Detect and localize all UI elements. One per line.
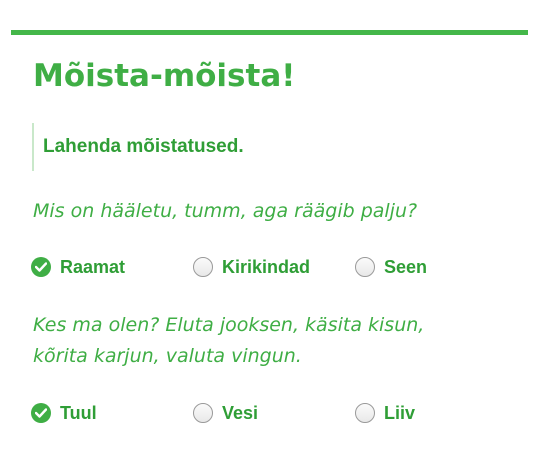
check-circle-icon[interactable] bbox=[31, 257, 51, 277]
instruction-text: Lahenda mõistatused. bbox=[43, 136, 244, 157]
option-seen[interactable]: Seen bbox=[355, 254, 427, 280]
top-accent-bar bbox=[11, 30, 528, 35]
option-label: Vesi bbox=[222, 402, 259, 423]
option-label: Tuul bbox=[60, 402, 97, 423]
question-1-line: Mis on hääletu, tumm, aga räägib palju? bbox=[33, 200, 418, 222]
option-liiv[interactable]: Liiv bbox=[355, 400, 415, 426]
question-1-options: Raamat Kirikindad Seen bbox=[31, 254, 531, 280]
option-vesi[interactable]: Vesi bbox=[193, 400, 258, 426]
option-label: Seen bbox=[384, 256, 428, 277]
option-label: Kirikindad bbox=[222, 256, 311, 277]
radio-empty-icon[interactable] bbox=[355, 257, 375, 277]
question-1-text: Mis on hääletu, tumm, aga räägib palju? bbox=[33, 196, 417, 227]
check-circle-icon[interactable] bbox=[31, 403, 51, 423]
option-label: Raamat bbox=[60, 256, 126, 277]
radio-empty-icon[interactable] bbox=[193, 403, 213, 423]
radio-empty-icon[interactable] bbox=[193, 257, 213, 277]
page-title: Mõista-mõista! bbox=[33, 58, 296, 94]
option-raamat[interactable]: Raamat bbox=[31, 254, 125, 280]
radio-empty-icon[interactable] bbox=[355, 403, 375, 423]
question-2-line-2: kõrita karjun, valuta vingun. bbox=[33, 345, 302, 367]
question-2-text: Kes ma olen? Eluta jooksen, käsita kisun… bbox=[33, 310, 424, 372]
instruction-block: Lahenda mõistatused. bbox=[32, 123, 244, 171]
question-2-options: Tuul Vesi Liiv bbox=[31, 400, 531, 426]
option-kirikindad[interactable]: Kirikindad bbox=[193, 254, 310, 280]
question-2-line-1: Kes ma olen? Eluta jooksen, käsita kisun… bbox=[33, 314, 425, 336]
option-tuul[interactable]: Tuul bbox=[31, 400, 97, 426]
option-label: Liiv bbox=[384, 402, 416, 423]
